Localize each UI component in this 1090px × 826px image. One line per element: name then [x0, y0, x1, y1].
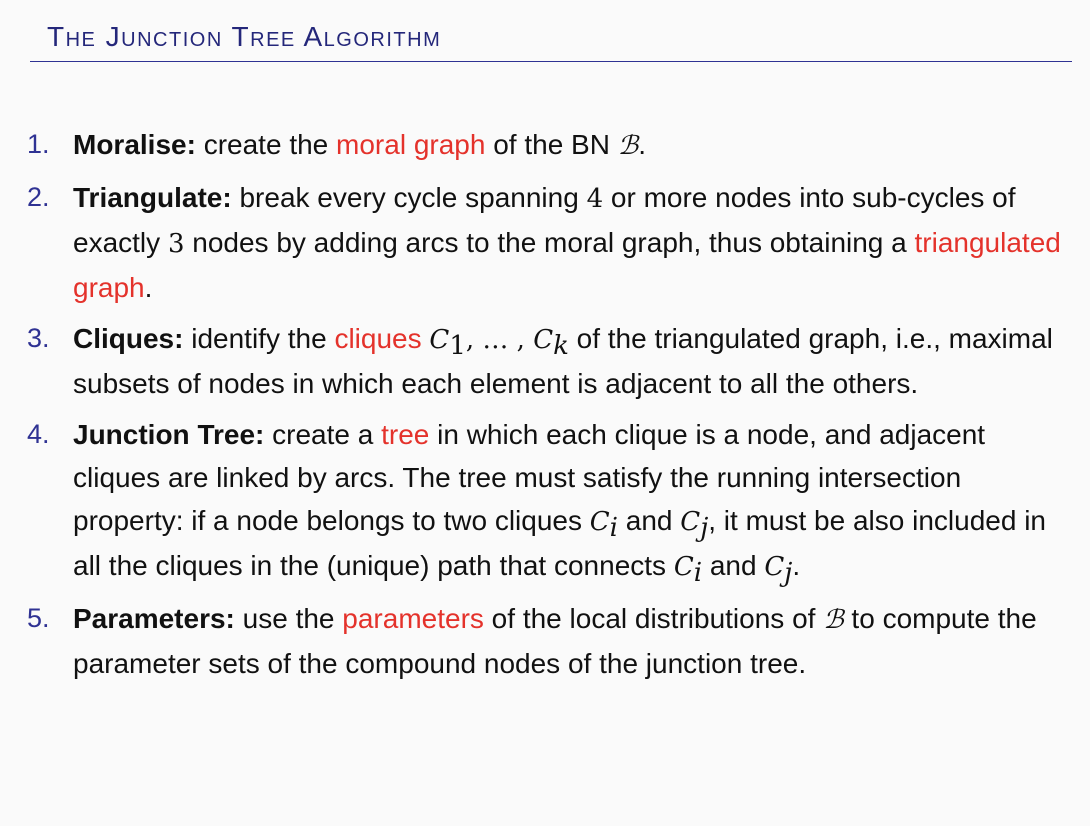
- step-text: of the BN: [485, 129, 618, 160]
- step-number: 4.: [27, 419, 50, 449]
- step-text: create the: [195, 129, 337, 160]
- math-subscript: k: [553, 331, 569, 361]
- slide: The Junction Tree Algorithm 1. Moralise:…: [0, 0, 1090, 826]
- math-number: 3: [167, 229, 185, 259]
- step-number: 1.: [27, 129, 50, 159]
- step-text: break every cycle spanning: [231, 182, 587, 213]
- math-subscript: 1: [449, 331, 466, 361]
- math-clique: C: [680, 507, 701, 537]
- step-text: identify the: [183, 323, 335, 354]
- step-lead: Cliques:: [73, 323, 184, 354]
- step-triangulate: 2. Triangulate: break every cycle spanni…: [27, 176, 1077, 309]
- step-junction-tree: 4. Junction Tree: create a tree in which…: [27, 413, 1077, 589]
- step-text: create a: [264, 419, 382, 450]
- step-text: .: [792, 550, 801, 581]
- step-text: and: [702, 550, 765, 581]
- step-text: nodes by adding arcs to the moral graph,…: [184, 227, 915, 258]
- highlight-term: moral graph: [336, 129, 486, 160]
- title-rule: [30, 61, 1072, 62]
- step-text: and: [618, 505, 681, 536]
- step-text: .: [144, 272, 153, 303]
- step-number: 5.: [27, 603, 50, 633]
- highlight-term: tree: [381, 419, 430, 450]
- highlight-term: parameters: [342, 603, 484, 634]
- math-subscript: i: [693, 558, 703, 588]
- math-clique: C: [764, 552, 785, 582]
- step-number: 3.: [27, 323, 50, 353]
- math-clique: C: [589, 507, 610, 537]
- math-clique: C: [429, 325, 450, 355]
- math-ellipsis: , … ,: [465, 325, 534, 355]
- step-parameters: 5. Parameters: use the parameters of the…: [27, 597, 1077, 685]
- highlight-term: cliques: [334, 323, 422, 354]
- math-clique: C: [533, 325, 554, 355]
- math-clique: C: [673, 552, 694, 582]
- math-bn-symbol: ℬ: [823, 605, 844, 635]
- step-lead: Triangulate:: [73, 182, 232, 213]
- slide-title: The Junction Tree Algorithm: [47, 21, 442, 52]
- step-text: of the local distributions of: [483, 603, 824, 634]
- steps-list: 1. Moralise: create the moral graph of t…: [27, 123, 1077, 693]
- step-lead: Parameters:: [73, 603, 235, 634]
- math-number: 4: [586, 184, 604, 214]
- step-cliques: 3. Cliques: identify the cliques C1, … ,…: [27, 317, 1077, 405]
- step-moralise: 1. Moralise: create the moral graph of t…: [27, 123, 1077, 168]
- math-subscript: i: [609, 513, 618, 543]
- step-number: 2.: [27, 182, 50, 212]
- step-text: use the: [234, 603, 343, 634]
- step-text: .: [638, 129, 646, 160]
- step-lead: Junction Tree:: [73, 419, 265, 450]
- math-bn-symbol: ℬ: [617, 131, 639, 161]
- step-lead: Moralise:: [73, 129, 196, 160]
